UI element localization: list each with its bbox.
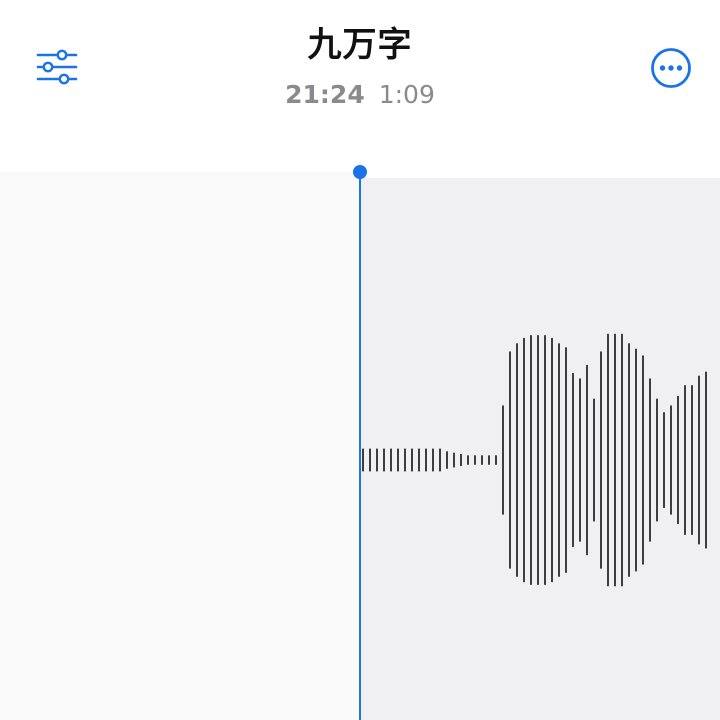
recording-info: 21:24 1:09 — [210, 78, 510, 112]
sliders-icon — [36, 49, 78, 85]
more-options-button[interactable] — [646, 43, 696, 93]
playhead-handle[interactable] — [353, 165, 367, 179]
recording-time: 21:24 — [285, 80, 365, 109]
ellipsis-circle-icon — [651, 48, 691, 88]
recording-title[interactable]: 九万字 — [210, 22, 510, 68]
settings-button[interactable] — [32, 44, 82, 90]
waveform-area[interactable] — [0, 165, 720, 720]
playhead[interactable] — [359, 172, 361, 720]
voice-memo-editor: 九万字 21:24 1:09 — [0, 0, 720, 720]
recording-duration: 1:09 — [378, 80, 435, 109]
header: 九万字 21:24 1:09 — [0, 0, 720, 172]
